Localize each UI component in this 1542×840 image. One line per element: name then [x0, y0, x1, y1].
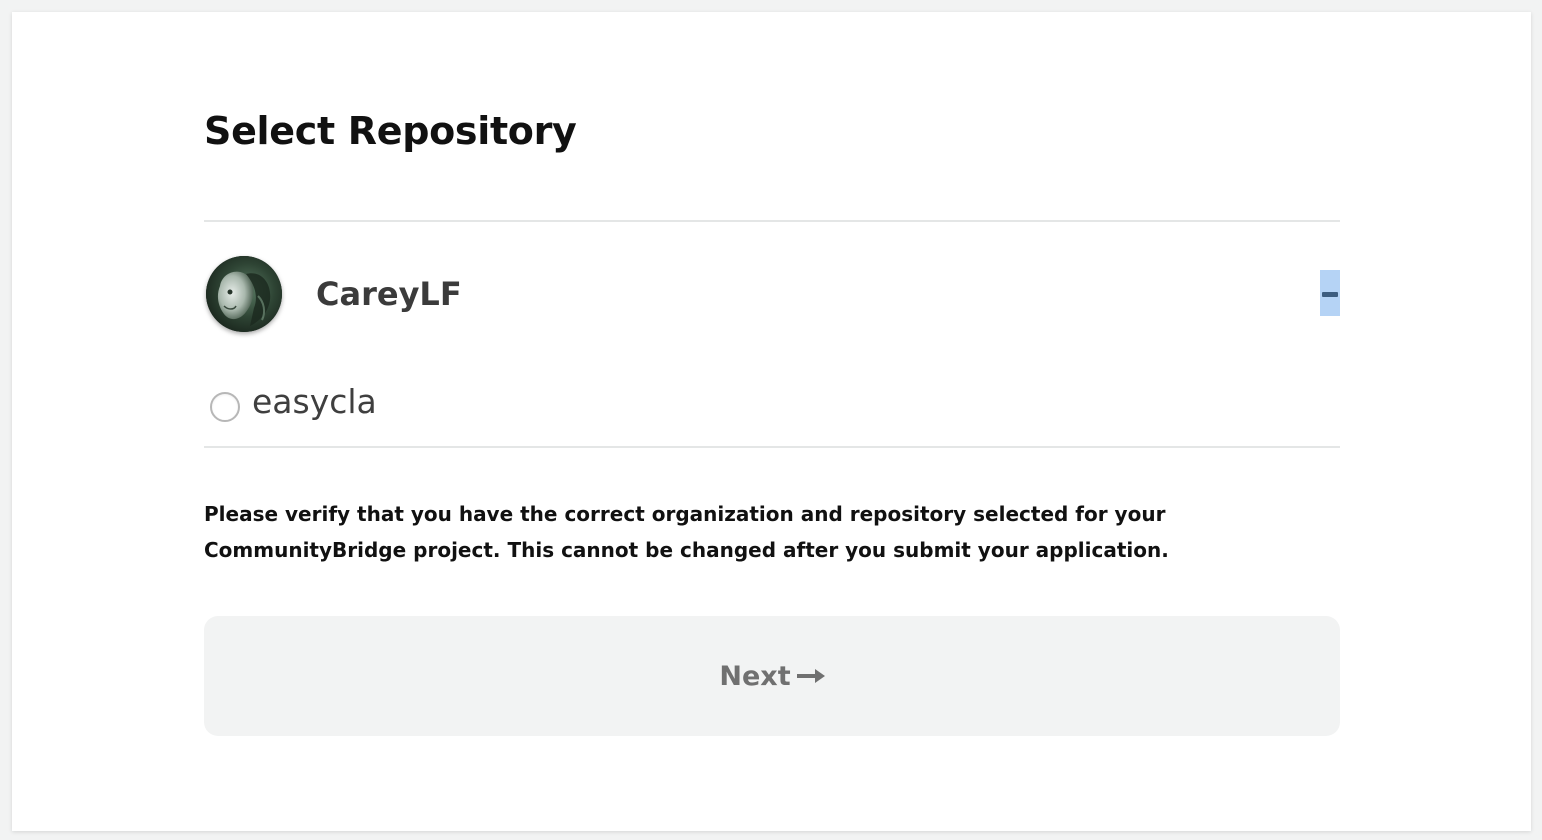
select-repository-card: Select Repository CareyLF easycla Please…	[12, 12, 1531, 831]
organization-row: CareyLF	[204, 254, 1340, 334]
top-divider	[204, 220, 1340, 222]
repository-option[interactable]: easycla	[204, 368, 804, 428]
arrow-right-icon	[796, 669, 825, 683]
card-content: Select Repository CareyLF easycla Please…	[204, 12, 1340, 831]
repository-name: easycla	[252, 382, 377, 421]
avatar	[206, 256, 282, 332]
collapse-toggle-button[interactable]	[1320, 270, 1340, 316]
next-button-content: Next	[719, 660, 825, 692]
next-button-label: Next	[719, 660, 791, 692]
user-avatar-icon	[206, 256, 282, 332]
verification-notice: Please verify that you have the correct …	[204, 502, 1169, 562]
collapse-minus-icon	[1322, 292, 1338, 297]
page-title: Select Repository	[204, 109, 577, 153]
organization-name: CareyLF	[316, 275, 462, 313]
bottom-divider	[204, 446, 1340, 448]
next-button[interactable]: Next	[204, 616, 1340, 736]
repository-radio[interactable]	[210, 392, 240, 422]
